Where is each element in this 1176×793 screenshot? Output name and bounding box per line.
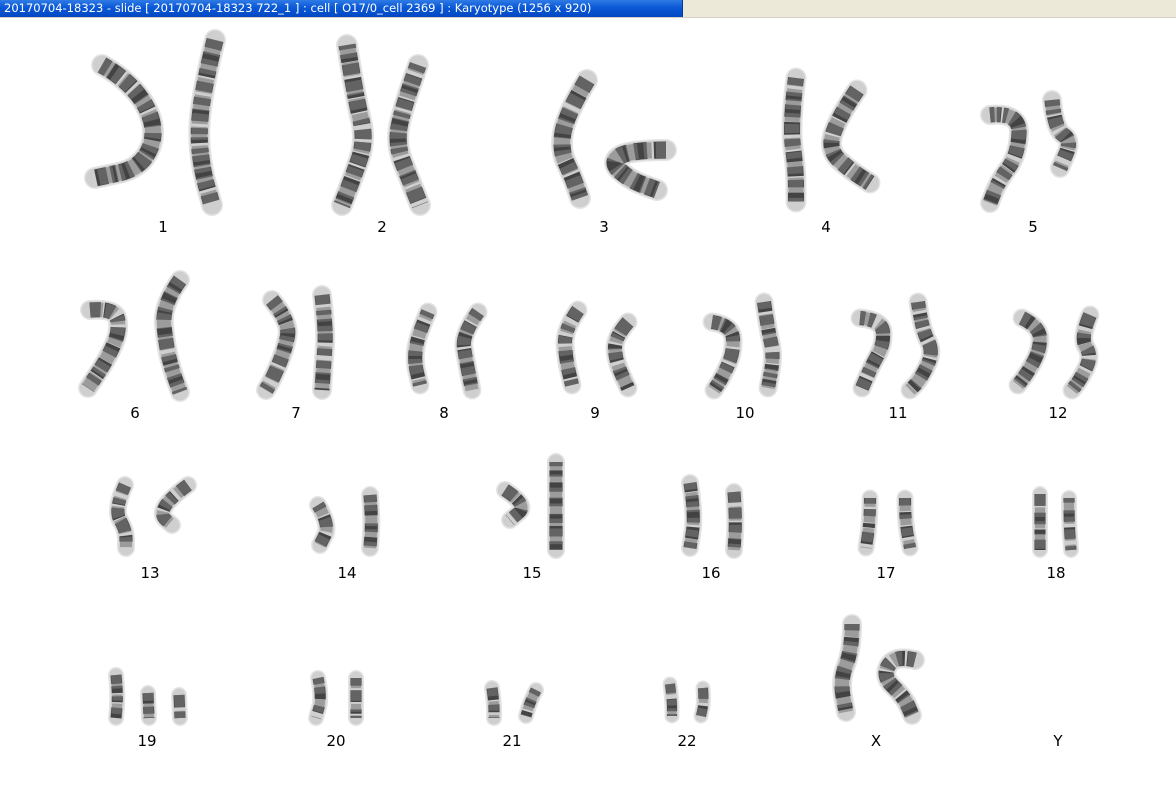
chromosome-9-1[interactable]	[555, 300, 588, 395]
titlebar-active-region[interactable]: 20170704-18323 - slide [ 20170704-18323 …	[0, 0, 683, 17]
chromosome-17-2[interactable]	[896, 489, 919, 557]
chromosome-21-2[interactable]	[518, 682, 544, 724]
chromosome-8-2[interactable]	[454, 302, 488, 400]
chromosome-label-11: 11	[888, 404, 907, 422]
chromosome-group-2: 2	[331, 34, 431, 236]
window-title: 20170704-18323 - slide [ 20170704-18323 …	[4, 1, 592, 15]
chromosome-group-21: 21	[484, 680, 544, 750]
chromosome-3-1[interactable]	[551, 69, 598, 209]
chromosome-label-22: 22	[677, 732, 696, 750]
karyotype-canvas: 1 2 3 4 56 7 8 9 10 11 1213 14 15 16 17 1819 20 21 22 X Y	[78, 29, 1100, 750]
chromosome-6-1[interactable]	[78, 299, 129, 398]
chromosome-label-7: 7	[291, 404, 301, 422]
chromosome-label-8: 8	[439, 404, 449, 422]
chromosome-group-11: 11	[850, 292, 941, 422]
chromosome-19-2[interactable]	[140, 685, 157, 726]
chromosome-group-7: 7	[256, 285, 336, 422]
chromosome-label-x: X	[871, 732, 881, 750]
chromosome-group-5: 5	[980, 90, 1079, 236]
chromosome-label-1: 1	[158, 218, 168, 236]
chromosome-label-10: 10	[735, 404, 754, 422]
chromosome-group-16: 16	[681, 474, 745, 582]
chromosome-group-4: 4	[781, 67, 881, 236]
chromosome-label-y: Y	[1052, 732, 1063, 750]
chromosome-group-13: 13	[108, 476, 197, 582]
chromosome-group-12: 12	[1008, 305, 1100, 422]
chromosome-label-18: 18	[1046, 564, 1065, 582]
chromosome-label-2: 2	[377, 218, 387, 236]
chromosome-13-2[interactable]	[153, 476, 197, 534]
chromosome-x-2[interactable]	[876, 648, 925, 725]
chromosome-8-1[interactable]	[405, 302, 438, 395]
chromosome-1-1[interactable]	[84, 54, 165, 189]
chromosome-4-1[interactable]	[781, 67, 807, 213]
chromosome-7-1[interactable]	[256, 290, 298, 400]
window-titlebar[interactable]: 20170704-18323 - slide [ 20170704-18323 …	[0, 0, 1176, 18]
chromosome-group-20: 20	[308, 670, 364, 750]
chromosome-13-1[interactable]	[108, 476, 135, 557]
chromosome-group-19: 19	[108, 667, 188, 750]
chromosome-group-18: 18	[1032, 486, 1079, 582]
chromosome-5-1[interactable]	[980, 104, 1029, 213]
chromosome-10-1[interactable]	[702, 312, 743, 400]
chromosome-label-4: 4	[821, 218, 831, 236]
chromosome-6-2[interactable]	[153, 270, 190, 402]
chromosome-group-15: 15	[496, 453, 565, 582]
chromosome-16-1[interactable]	[681, 474, 703, 557]
chromosome-label-21: 21	[502, 732, 521, 750]
chromosome-21-1[interactable]	[484, 680, 502, 726]
chromosome-group-1: 1	[84, 29, 226, 236]
chromosome-x-1[interactable]	[832, 614, 862, 722]
chromosome-2-2[interactable]	[387, 54, 431, 216]
chromosome-22-2[interactable]	[693, 680, 711, 724]
chromosome-label-20: 20	[326, 732, 345, 750]
chromosome-label-14: 14	[337, 564, 356, 582]
chromosome-label-6: 6	[130, 404, 140, 422]
chromosome-group-6: 6	[78, 270, 190, 422]
chromosome-label-16: 16	[701, 564, 720, 582]
chromosome-2-1[interactable]	[331, 34, 375, 216]
chromosome-label-17: 17	[876, 564, 895, 582]
chromosome-label-3: 3	[599, 218, 609, 236]
chromosome-3-2[interactable]	[604, 139, 677, 201]
chromosome-14-1[interactable]	[309, 496, 336, 554]
chromosome-label-19: 19	[137, 732, 156, 750]
chromosome-group-9: 9	[555, 300, 638, 422]
chromosome-19-1[interactable]	[108, 667, 126, 726]
chromosome-label-12: 12	[1048, 404, 1067, 422]
chromosome-4-2[interactable]	[821, 79, 881, 194]
chromosome-label-15: 15	[522, 564, 541, 582]
chromosome-group-10: 10	[702, 292, 782, 422]
chromosome-1-2[interactable]	[188, 29, 226, 216]
chromosome-group-17: 17	[857, 489, 919, 582]
chromosome-group-14: 14	[309, 486, 381, 582]
chromosome-7-2[interactable]	[312, 285, 336, 400]
chromosome-9-2[interactable]	[605, 312, 638, 398]
chromosome-18-2[interactable]	[1061, 490, 1079, 558]
chromosome-19-3[interactable]	[171, 687, 188, 726]
chromosome-group-3: 3	[551, 69, 677, 236]
chromosome-label-13: 13	[140, 564, 159, 582]
chromosome-group-y: Y	[1052, 732, 1063, 750]
chromosome-5-2[interactable]	[1042, 90, 1079, 178]
chromosome-group-8: 8	[405, 302, 488, 422]
chromosome-11-2[interactable]	[900, 292, 941, 400]
chromosome-label-5: 5	[1028, 218, 1038, 236]
chromosome-label-9: 9	[590, 404, 600, 422]
chromosome-17-1[interactable]	[857, 489, 879, 557]
chromosome-group-22: 22	[662, 676, 711, 750]
chromosome-group-x: X	[832, 614, 925, 750]
chromosome-22-1[interactable]	[662, 676, 680, 724]
chromosome-12-2[interactable]	[1062, 305, 1100, 400]
chromosome-20-1[interactable]	[308, 670, 329, 726]
chromosome-11-1[interactable]	[850, 308, 893, 398]
chromosome-14-2[interactable]	[361, 486, 381, 557]
chromosome-16-2[interactable]	[725, 483, 745, 559]
chromosome-12-1[interactable]	[1008, 308, 1050, 395]
chromosome-10-2[interactable]	[754, 292, 782, 398]
chromosome-15-1[interactable]	[496, 481, 531, 529]
